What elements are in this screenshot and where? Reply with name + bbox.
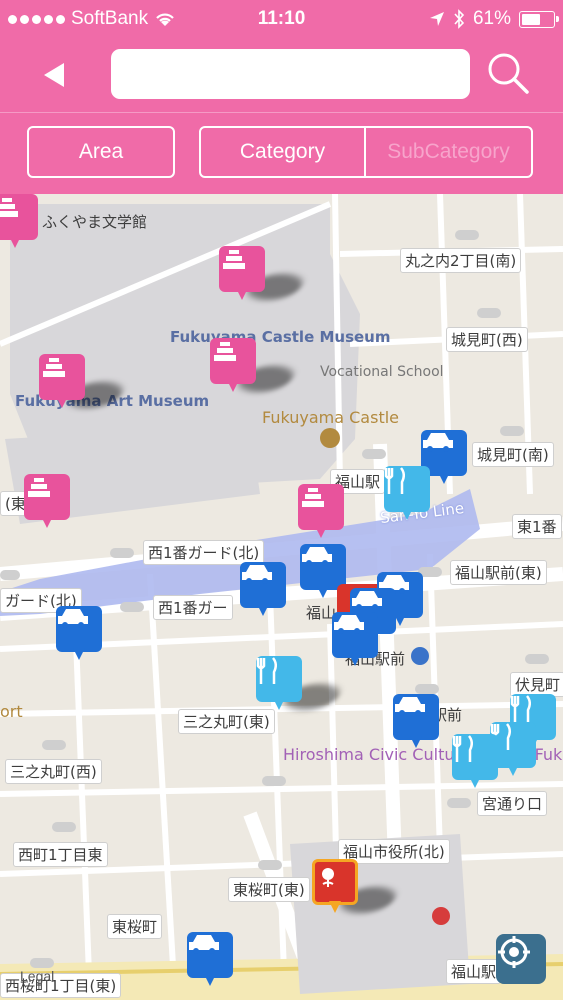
museum-pin[interactable] — [0, 194, 38, 250]
location-services-icon — [429, 12, 444, 26]
castle-museum-icon — [298, 484, 344, 530]
current-location-icon — [498, 936, 530, 968]
culture-pin[interactable] — [312, 859, 402, 915]
map-label: 西町1丁目東 — [13, 842, 108, 867]
category-filter-label: Category — [239, 140, 326, 163]
back-button[interactable] — [38, 58, 72, 92]
map-label: 西桜町1丁目(東) — [0, 973, 122, 998]
category-filter-button[interactable]: Category — [199, 126, 366, 178]
map-label: 城見町(西) — [446, 327, 528, 352]
fork-knife-icon — [384, 466, 430, 512]
map-label: 丸之内2丁目(南) — [400, 248, 522, 273]
taxi-icon — [187, 932, 233, 978]
taxi-icon — [56, 606, 102, 652]
search-input[interactable] — [111, 49, 470, 99]
taxi-pin[interactable] — [240, 562, 286, 618]
map-label: 福山駅前(東) — [450, 560, 547, 585]
area-filter-button[interactable]: Area — [27, 126, 175, 178]
map-label: Fukuyama Castle — [262, 408, 400, 427]
taxi-icon — [393, 694, 439, 740]
map-view[interactable]: ふくやま文学館 丸之内2丁目(南) 城見町(西) Fukuyama Castle… — [0, 194, 563, 1000]
map-label: 西1番ガー — [153, 595, 233, 620]
castle-museum-icon — [0, 194, 38, 240]
filter-bar: Area Category SubCategory — [0, 112, 563, 194]
restaurant-pin[interactable] — [256, 656, 346, 712]
map-label: 三之丸町(西) — [5, 759, 102, 784]
taxi-pin[interactable] — [187, 932, 233, 988]
current-location-button[interactable] — [496, 934, 546, 984]
subcategory-filter-button[interactable]: SubCategory — [364, 126, 533, 178]
magnifier-icon — [488, 53, 529, 94]
nav-bar — [0, 38, 563, 112]
legal-link[interactable]: Legal — [20, 968, 54, 984]
map-label: 福山駅 — [446, 959, 502, 984]
museum-pin[interactable] — [39, 354, 129, 410]
battery-percent: 61% — [472, 8, 511, 29]
map-label: 東1番 — [512, 514, 562, 539]
castle-museum-icon — [39, 354, 85, 400]
map-label: ふくやま文学館 — [42, 213, 148, 231]
map-label: 城見町(南) — [472, 442, 554, 467]
map-label: 東桜町 — [107, 914, 163, 939]
restaurant-pin[interactable] — [384, 466, 430, 522]
map-label: 東桜町(東) — [228, 877, 310, 902]
subcategory-filter-label: SubCategory — [387, 140, 510, 163]
back-arrow-icon — [44, 63, 64, 87]
castle-museum-icon — [24, 474, 70, 520]
map-label: 宮通り口 — [477, 791, 548, 816]
museum-pin[interactable] — [298, 484, 344, 540]
museum-pin[interactable] — [219, 246, 309, 302]
taxi-icon — [240, 562, 286, 608]
castle-museum-icon — [210, 338, 256, 384]
map-label: ort — [0, 702, 23, 721]
museum-pin[interactable] — [210, 338, 300, 394]
castle-museum-icon — [219, 246, 265, 292]
bluetooth-icon — [454, 9, 465, 29]
battery-icon — [519, 10, 559, 28]
search-button[interactable] — [485, 50, 531, 96]
flower-icon — [312, 859, 358, 905]
map-label: Vocational School — [320, 364, 444, 380]
taxi-pin[interactable] — [393, 694, 439, 750]
taxi-pin[interactable] — [332, 612, 378, 668]
status-bar: SoftBank 11:10 61% — [0, 0, 563, 38]
map-label: 三之丸町(東) — [178, 709, 275, 734]
fork-knife-icon — [256, 656, 302, 702]
fork-knife-icon — [452, 734, 498, 780]
taxi-icon — [332, 612, 378, 658]
taxi-pin[interactable] — [56, 606, 102, 662]
area-filter-label: Area — [78, 140, 124, 163]
restaurant-pin[interactable] — [452, 734, 498, 790]
museum-pin[interactable] — [24, 474, 70, 530]
